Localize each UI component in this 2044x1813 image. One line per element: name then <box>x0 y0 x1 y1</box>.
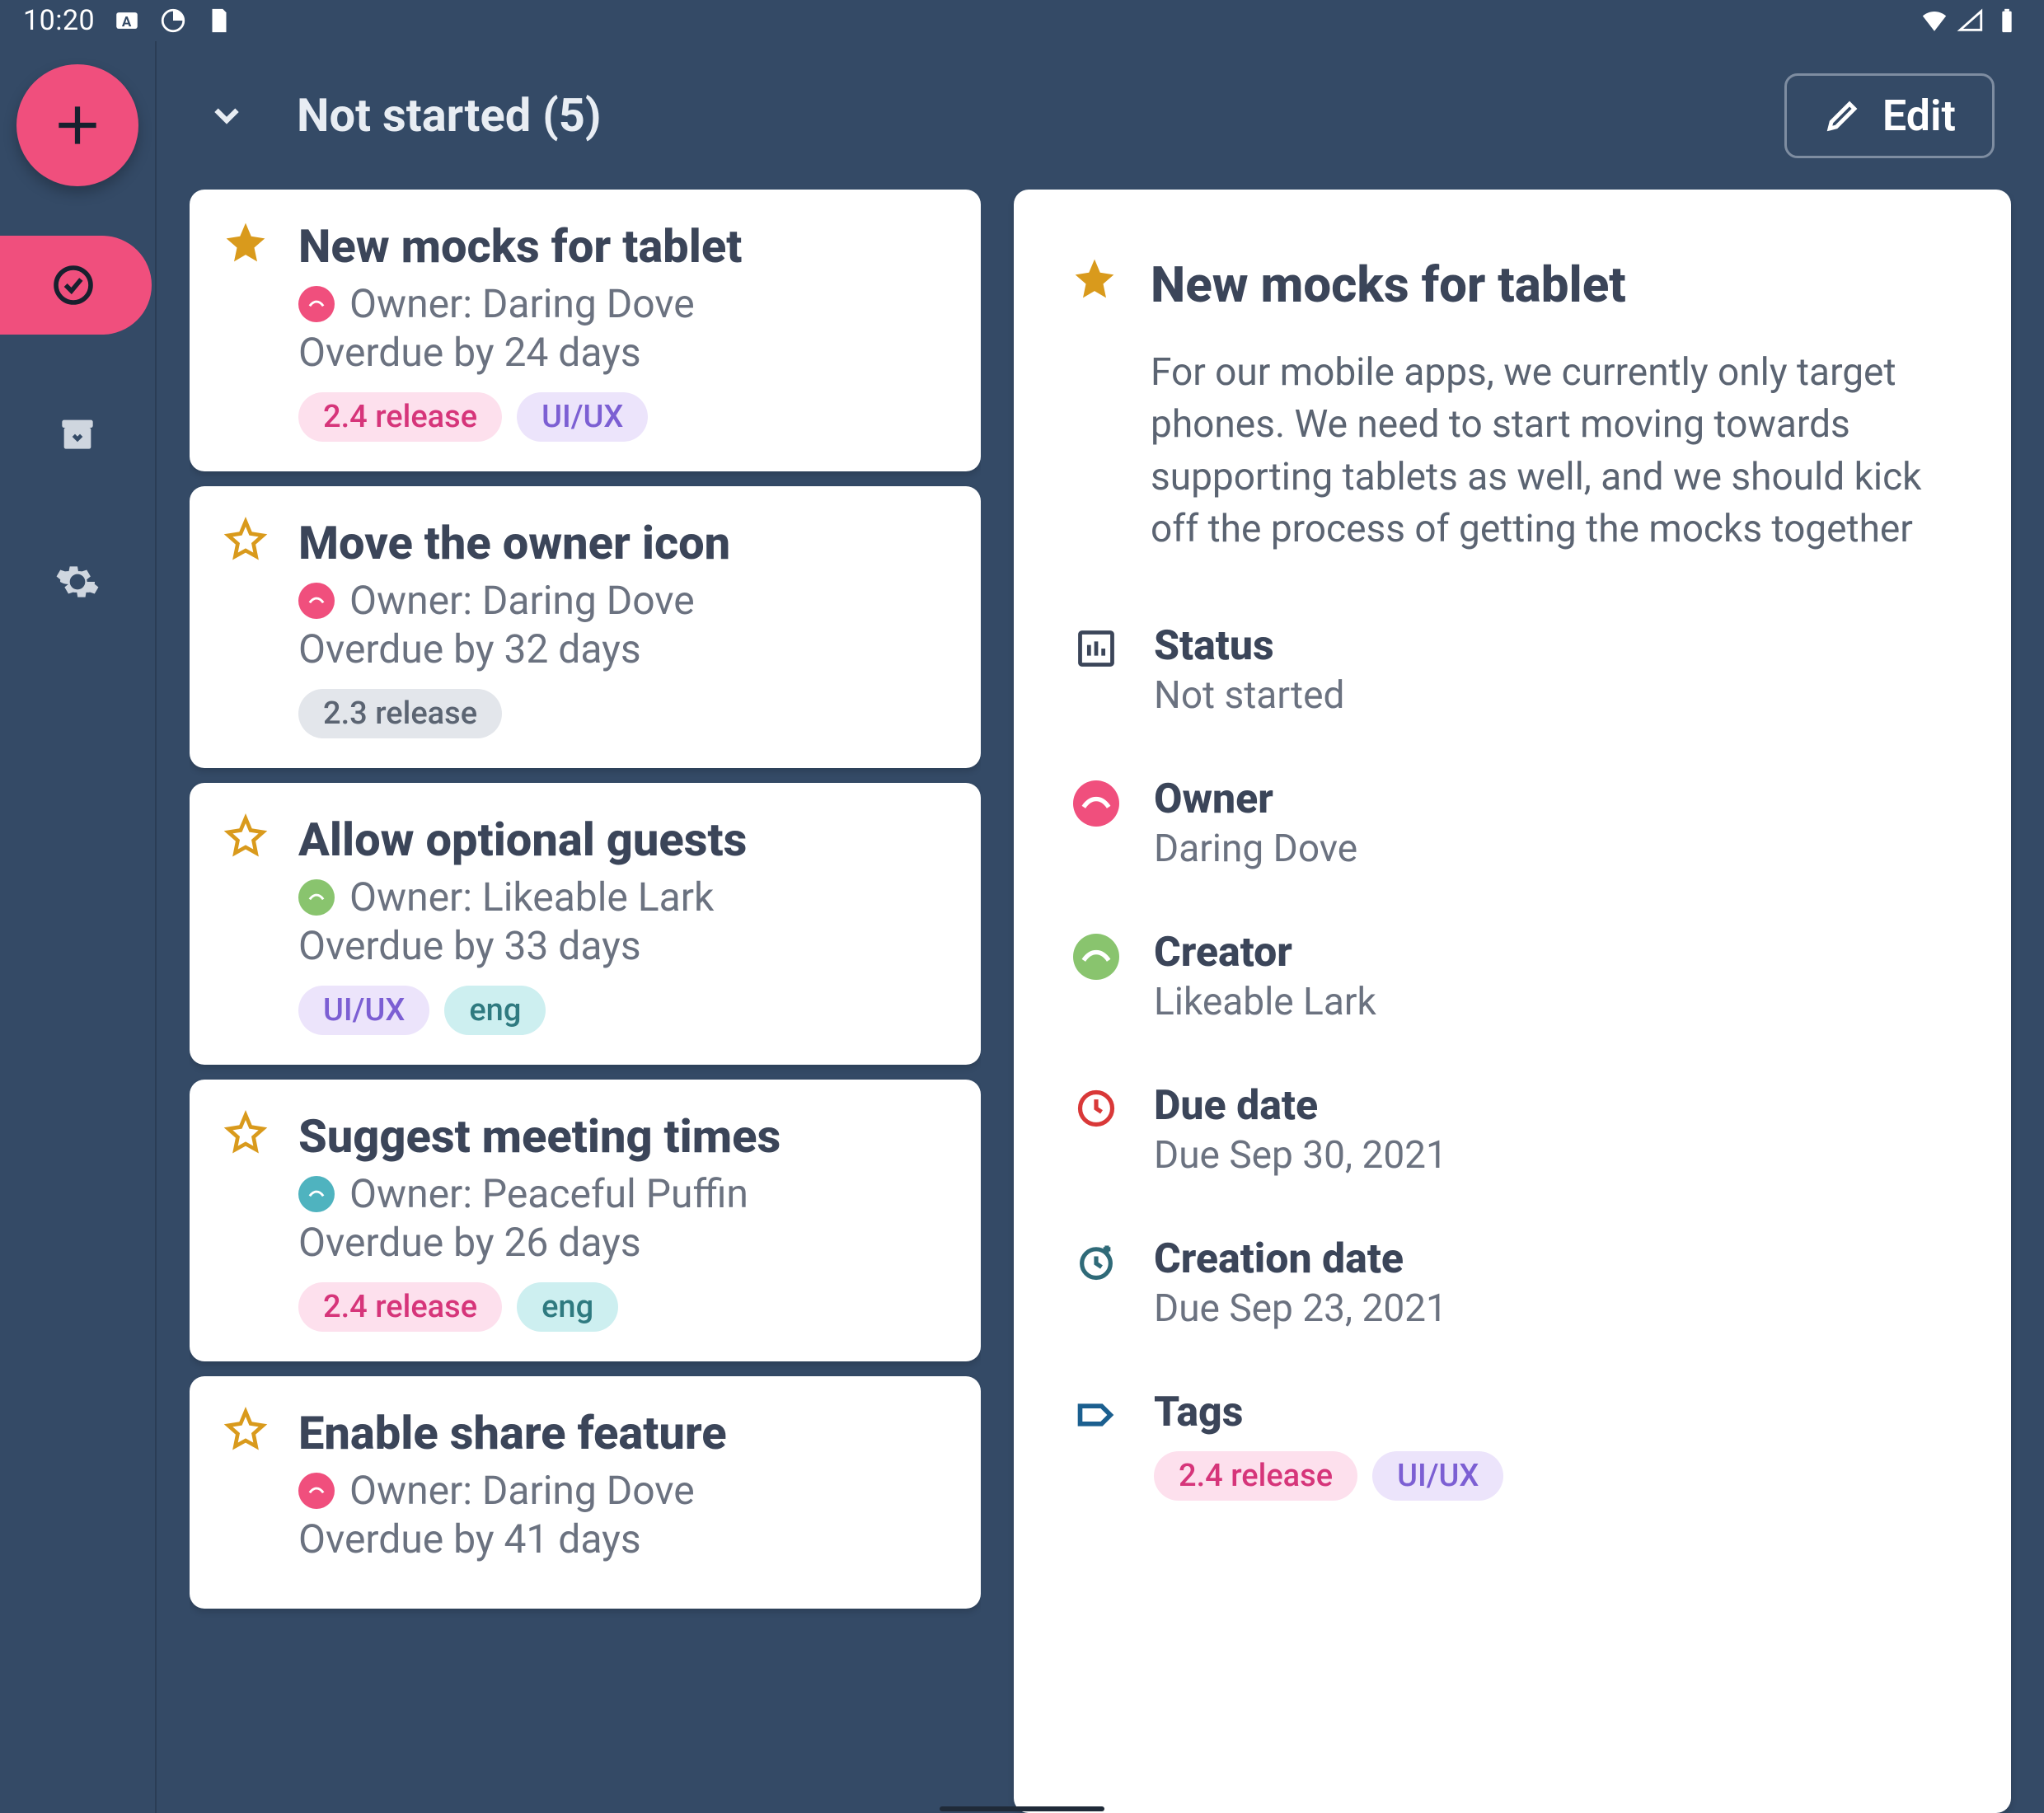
gesture-handle <box>940 1806 1104 1811</box>
battery-icon <box>1993 7 2021 35</box>
field-value: Due Sep 23, 2021 <box>1154 1286 1447 1331</box>
status-bar: 10:20 A <box>0 0 2044 41</box>
tag-chip[interactable]: eng <box>517 1282 618 1332</box>
field-label: Status <box>1154 622 1344 670</box>
task-title: New mocks for tablet <box>298 219 948 274</box>
star-toggle[interactable] <box>223 219 269 442</box>
task-card[interactable]: Suggest meeting times Owner: Peaceful Puf… <box>190 1080 981 1361</box>
task-overdue: Overdue by 33 days <box>298 922 948 969</box>
task-title: Move the owner icon <box>298 516 948 570</box>
field-label: Creation date <box>1154 1235 1447 1283</box>
task-overdue: Overdue by 26 days <box>298 1219 948 1266</box>
task-card[interactable]: Move the owner icon Owner: Daring DoveOve… <box>190 486 981 768</box>
task-tags: UI/UX eng <box>298 986 948 1035</box>
task-card[interactable]: Enable share feature Owner: Daring DoveOv… <box>190 1376 981 1609</box>
sd-card-icon <box>205 7 233 35</box>
task-title: Allow optional guests <box>298 813 948 867</box>
task-card[interactable]: Allow optional guests Owner: Likeable Lar… <box>190 783 981 1065</box>
star-toggle[interactable] <box>223 1406 269 1579</box>
nav-rail <box>0 41 157 1813</box>
tag-chip[interactable]: 2.4 release <box>298 392 502 442</box>
field-owner: Owner Daring Dove <box>1071 775 1953 871</box>
field-creator: Creator Likeable Lark <box>1071 929 1953 1024</box>
owner-avatar-icon <box>298 1473 335 1509</box>
tag-chip[interactable]: UI/UX <box>517 392 648 442</box>
task-title: Suggest meeting times <box>298 1109 948 1164</box>
task-title: Enable share feature <box>298 1406 948 1460</box>
task-tags: 2.4 release eng <box>298 1282 948 1332</box>
svg-text:A: A <box>122 14 132 30</box>
tag-chip[interactable]: UI/UX <box>298 986 429 1035</box>
signal-icon <box>1957 7 1985 35</box>
pie-icon <box>159 7 187 35</box>
task-owner: Owner: Peaceful Puffin <box>298 1170 948 1217</box>
field-label: Due date <box>1154 1082 1447 1130</box>
edit-button-label: Edit <box>1882 91 1956 141</box>
task-card[interactable]: New mocks for tablet Owner: Daring DoveOv… <box>190 190 981 471</box>
clock-icon <box>1071 1082 1121 1178</box>
nav-settings[interactable] <box>3 532 152 631</box>
collapse-chevron-icon[interactable] <box>206 95 247 136</box>
keyboard-icon: A <box>113 7 141 35</box>
tag-chip[interactable]: 2.3 release <box>298 689 502 738</box>
tag-chip[interactable]: eng <box>444 986 546 1035</box>
wifi-icon <box>1920 7 1948 35</box>
nav-archive[interactable] <box>3 384 152 483</box>
task-owner: Owner: Daring Dove <box>298 1467 948 1514</box>
field-value: Daring Dove <box>1154 827 1357 871</box>
task-owner: Owner: Likeable Lark <box>298 874 948 921</box>
section-title: Not started (5) <box>297 88 602 143</box>
task-overdue: Overdue by 41 days <box>298 1516 948 1562</box>
edit-button[interactable]: Edit <box>1784 73 1995 158</box>
task-tags: 2.3 release <box>298 689 948 738</box>
tag-chip[interactable]: 2.4 release <box>1154 1451 1357 1501</box>
owner-avatar-icon <box>298 1176 335 1212</box>
tag-chip[interactable]: 2.4 release <box>298 1282 502 1332</box>
task-owner: Owner: Daring Dove <box>298 577 948 624</box>
field-label: Tags <box>1154 1389 1503 1436</box>
field-tags: Tags 2.4 release UI/UX <box>1071 1389 1953 1501</box>
task-list[interactable]: New mocks for tabletOwner: Daring DoveOv… <box>190 190 981 1813</box>
field-value: Likeable Lark <box>1154 980 1376 1024</box>
owner-avatar-icon <box>298 879 335 916</box>
field-value: Due Sep 30, 2021 <box>1154 1133 1447 1178</box>
clock-add-icon <box>1071 1235 1121 1331</box>
status-icon <box>1071 622 1121 718</box>
star-toggle[interactable] <box>223 813 269 1035</box>
tag-chip[interactable]: UI/UX <box>1372 1451 1503 1501</box>
nav-tasks[interactable] <box>0 236 152 335</box>
task-owner: Owner: Daring Dove <box>298 280 948 327</box>
star-icon[interactable] <box>1071 255 1118 314</box>
clock: 10:20 <box>23 4 95 37</box>
star-toggle[interactable] <box>223 1109 269 1332</box>
creator-avatar-icon <box>1071 929 1121 1024</box>
field-label: Owner <box>1154 775 1357 823</box>
field-value: Not started <box>1154 673 1344 718</box>
section-header: Not started (5) Edit <box>157 41 2044 190</box>
owner-avatar-icon <box>1071 775 1121 871</box>
field-status: Status Not started <box>1071 622 1953 718</box>
star-toggle[interactable] <box>223 516 269 738</box>
detail-title: New mocks for tablet <box>1151 255 1626 314</box>
task-overdue: Overdue by 32 days <box>298 625 948 672</box>
owner-avatar-icon <box>298 583 335 619</box>
task-overdue: Overdue by 24 days <box>298 329 948 376</box>
field-creation-date: Creation date Due Sep 23, 2021 <box>1071 1235 1953 1331</box>
add-button[interactable] <box>16 64 138 186</box>
main-area: Not started (5) Edit New mocks for table… <box>157 41 2044 1813</box>
field-due-date: Due date Due Sep 30, 2021 <box>1071 1082 1953 1178</box>
task-tags: 2.4 release UI/UX <box>298 392 948 442</box>
detail-description: For our mobile apps, we currently only t… <box>1151 347 1953 556</box>
field-label: Creator <box>1154 929 1376 977</box>
owner-avatar-icon <box>298 286 335 322</box>
task-detail-panel: New mocks for tablet For our mobile apps… <box>1014 190 2011 1813</box>
tag-icon <box>1071 1389 1121 1501</box>
